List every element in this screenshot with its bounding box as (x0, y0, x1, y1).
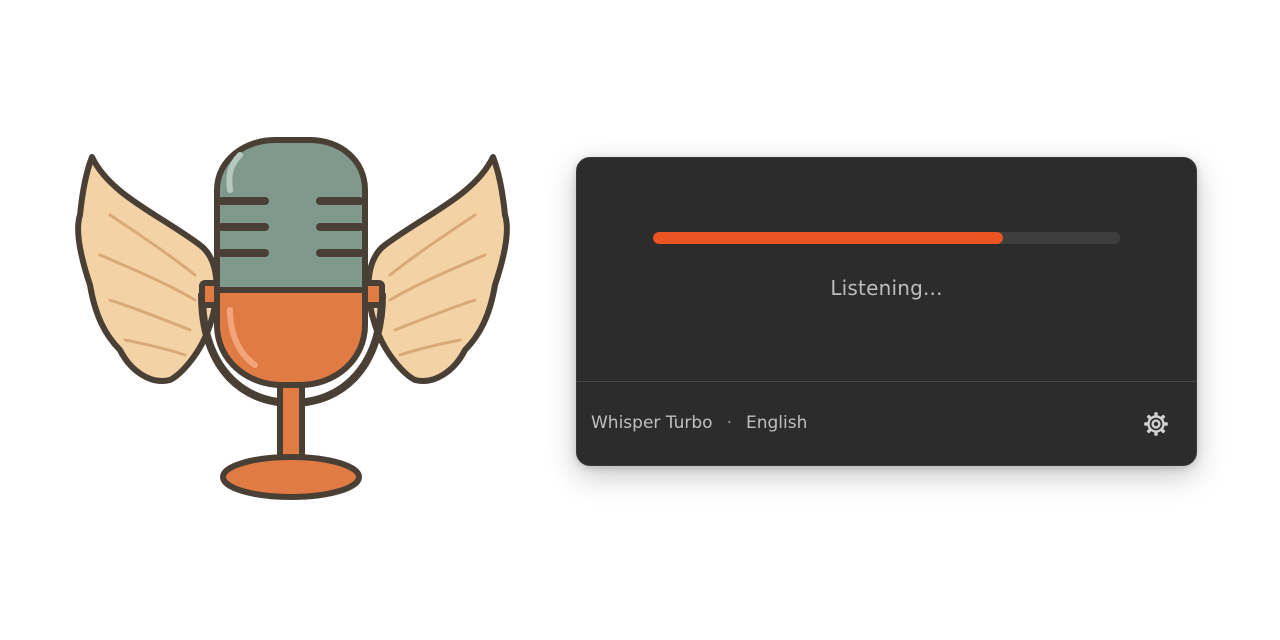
progress-fill (653, 232, 1004, 244)
dictation-panel: Listening... Whisper Turbo · English (576, 157, 1197, 466)
stage: Listening... Whisper Turbo · English (0, 0, 1280, 640)
model-label: Whisper Turbo (591, 413, 713, 433)
footer-info: Whisper Turbo · English (591, 413, 807, 433)
divider (577, 381, 1196, 382)
listening-progress-bar (653, 232, 1120, 244)
gear-icon[interactable] (1142, 410, 1170, 438)
language-label: English (745, 413, 808, 433)
status-text: Listening... (830, 276, 943, 300)
separator: · (726, 413, 732, 433)
winged-microphone-icon (75, 137, 510, 500)
